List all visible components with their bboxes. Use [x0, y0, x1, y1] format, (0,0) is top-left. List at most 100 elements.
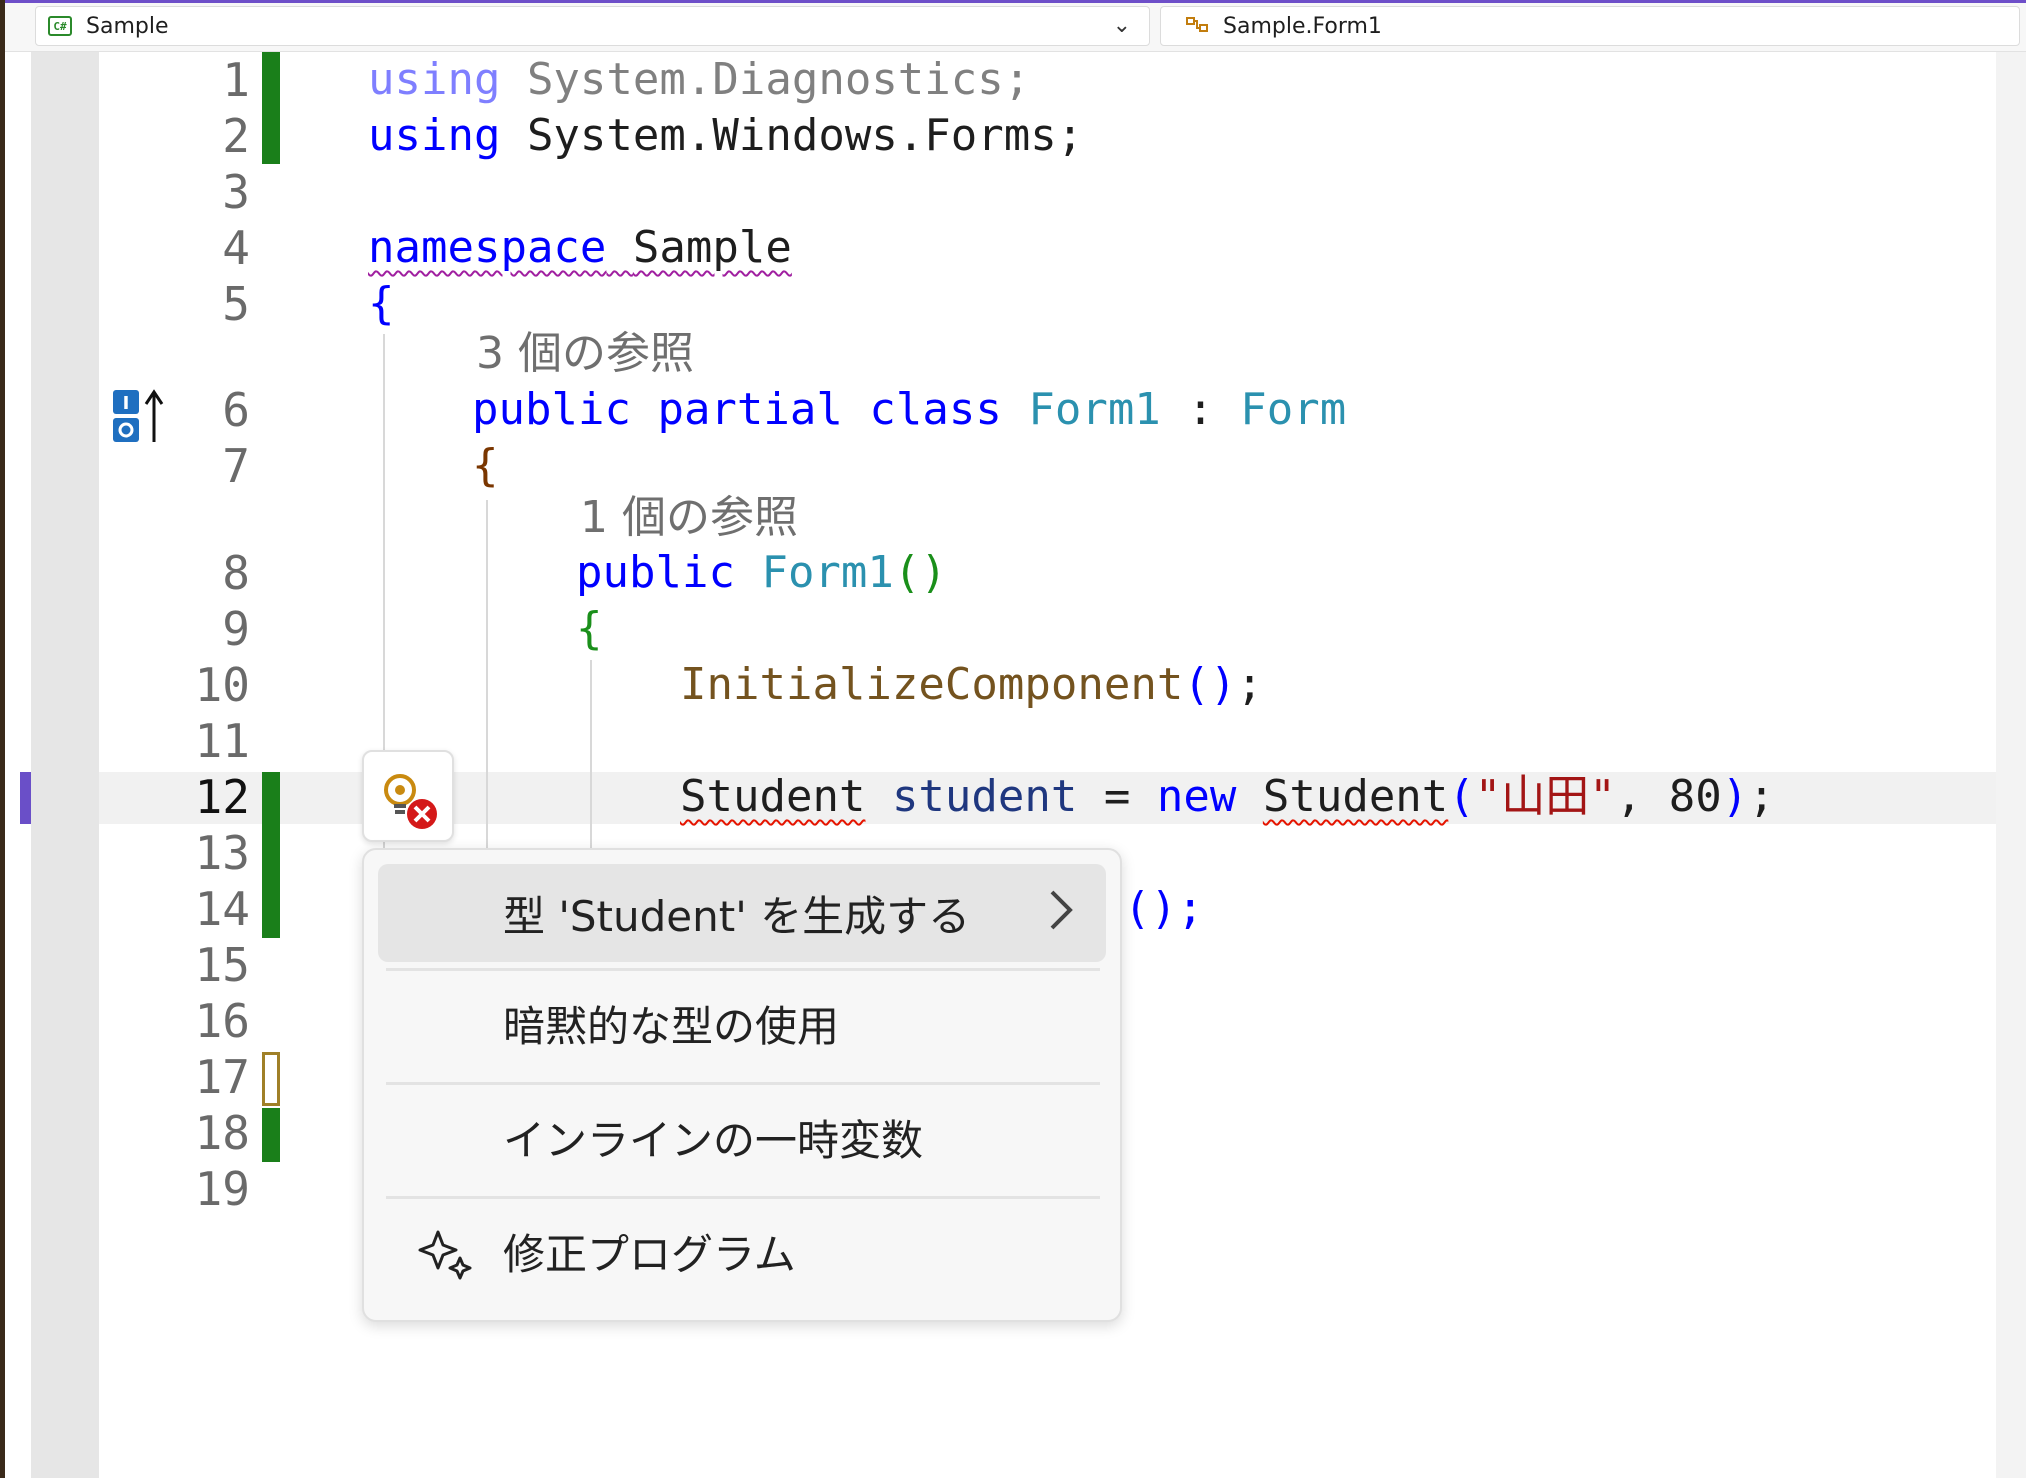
line-number: 19 [194, 1162, 250, 1216]
line-number: 16 [194, 994, 250, 1048]
code-text: System.Windows.Forms; [500, 110, 1084, 161]
brace: { [576, 603, 603, 654]
current-line-marker [20, 772, 31, 824]
constructor-name: Form1 [761, 547, 894, 598]
line-number: 17 [194, 1050, 250, 1104]
project-name: Sample [86, 13, 169, 39]
quick-action-generate-type[interactable]: 型 'Student' を生成する [378, 864, 1106, 962]
number-literal: 80 [1668, 771, 1722, 822]
string-literal: "山田" [1474, 771, 1616, 822]
keyword: new [1156, 771, 1237, 822]
code-line-12[interactable]: Student student = new Student("山田", 80); [680, 769, 1775, 825]
base-class-name: Form [1240, 384, 1347, 435]
quick-action-label: 暗黙的な型の使用 [503, 1001, 840, 1051]
quick-action-use-implicit-type[interactable]: 暗黙的な型の使用 [378, 974, 1106, 1072]
glyph-margin [31, 52, 99, 1478]
method-name: InitializeComponent [680, 659, 1184, 710]
code-text: (); [1124, 883, 1204, 934]
code-line-6[interactable]: public partial class Form1 : Form [472, 382, 1346, 438]
menu-separator [386, 1082, 1100, 1085]
line-number: 11 [194, 714, 250, 768]
window-left-edge [0, 0, 5, 1478]
menu-separator [386, 968, 1100, 971]
copilot-sparkle-icon [418, 1230, 472, 1280]
class-name: Sample.Form1 [1223, 13, 1382, 39]
line-number-current: 12 [194, 770, 250, 824]
paren: ) [1721, 771, 1749, 822]
line-number: 10 [194, 658, 250, 712]
change-marker-saved [262, 52, 280, 164]
keyword: public [576, 547, 735, 598]
change-marker-unsaved [262, 1052, 280, 1106]
code-line-8[interactable]: public Form1() [576, 545, 947, 601]
code-line-7[interactable]: { [472, 438, 499, 494]
operator: = [1103, 771, 1131, 822]
class-dropdown[interactable]: Sample.Form1 [1160, 6, 2020, 46]
active-tab-accent [5, 0, 2026, 3]
parens: () [893, 547, 947, 598]
comma: , [1615, 771, 1643, 822]
change-marker-saved [262, 1108, 280, 1162]
code-line-4[interactable]: namespace Sample [368, 220, 792, 276]
line-number: 18 [194, 1106, 250, 1160]
code-line-1[interactable]: using System.Diagnostics; [368, 52, 1030, 108]
quick-action-label: 型 'Student' を生成する [503, 891, 971, 941]
keyword: public [472, 384, 631, 435]
navigation-bar: C# Sample ⌄ Sample.Form1 [5, 0, 2026, 52]
quick-action-copilot-fix[interactable]: 修正プログラム [378, 1202, 1106, 1300]
keyword: class [869, 384, 1002, 435]
chevron-down-icon: ⌄ [1112, 13, 1131, 38]
menu-separator [386, 1196, 1100, 1199]
keyword: partial [657, 384, 843, 435]
class-icon [1186, 17, 1208, 32]
codelens-references[interactable]: 1 個の参照 [580, 490, 798, 546]
quick-actions-menu: 型 'Student' を生成する 暗黙的な型の使用 インラインの一時変数 修正… [362, 848, 1122, 1322]
namespace-name: Sample [632, 222, 792, 273]
semicolon: ; [1236, 659, 1263, 710]
line-number: 8 [222, 546, 250, 600]
csharp-project-icon: C# [48, 16, 72, 36]
quick-action-inline-temp[interactable]: インラインの一時変数 [378, 1088, 1106, 1186]
quick-action-label: 修正プログラム [503, 1229, 796, 1279]
line-number: 14 [194, 882, 250, 936]
line-number: 15 [194, 938, 250, 992]
code-line-10[interactable]: InitializeComponent(); [680, 657, 1263, 713]
semicolon: ; [1748, 771, 1775, 822]
codelens-references[interactable]: 3 個の参照 [476, 326, 694, 382]
line-number: 3 [222, 165, 250, 219]
lightbulb-button[interactable] [362, 750, 454, 842]
code-line-5[interactable]: { [368, 276, 395, 332]
variable-name: student [891, 771, 1078, 822]
keyword: using [368, 54, 501, 105]
code-line-9[interactable]: { [576, 601, 603, 657]
line-number: 1 [222, 53, 250, 107]
project-dropdown[interactable]: C# Sample ⌄ [35, 6, 1150, 46]
keyword: namespace [368, 222, 607, 273]
colon: : [1187, 384, 1214, 435]
line-number: 2 [222, 109, 250, 163]
code-text: System.Diagnostics; [500, 54, 1031, 105]
lightbulb-error-icon [384, 774, 437, 829]
quick-action-label: インラインの一時変数 [503, 1115, 924, 1165]
vertical-scrollbar[interactable] [1996, 0, 2026, 1478]
implements-icon[interactable]: I [112, 388, 168, 444]
indent-guide [590, 660, 592, 854]
code-line-14-tail[interactable]: (); [1124, 881, 1203, 937]
brace: { [472, 440, 499, 491]
code-line-2[interactable]: using System.Windows.Forms; [368, 108, 1083, 164]
chevron-right-icon [1046, 886, 1076, 945]
line-number: 6 [222, 383, 250, 437]
type-name-error: Student [680, 771, 866, 822]
brace: { [368, 278, 395, 329]
svg-text:I: I [123, 393, 130, 414]
change-marker-saved [262, 772, 280, 938]
line-number: 5 [222, 277, 250, 331]
line-number: 13 [194, 826, 250, 880]
keyword: using [368, 110, 501, 161]
line-number: 7 [222, 439, 250, 493]
class-name: Form1 [1028, 384, 1161, 435]
line-number: 9 [222, 602, 250, 656]
type-name-error: Student [1262, 771, 1449, 822]
line-number: 4 [222, 221, 250, 275]
paren: ( [1448, 771, 1475, 822]
